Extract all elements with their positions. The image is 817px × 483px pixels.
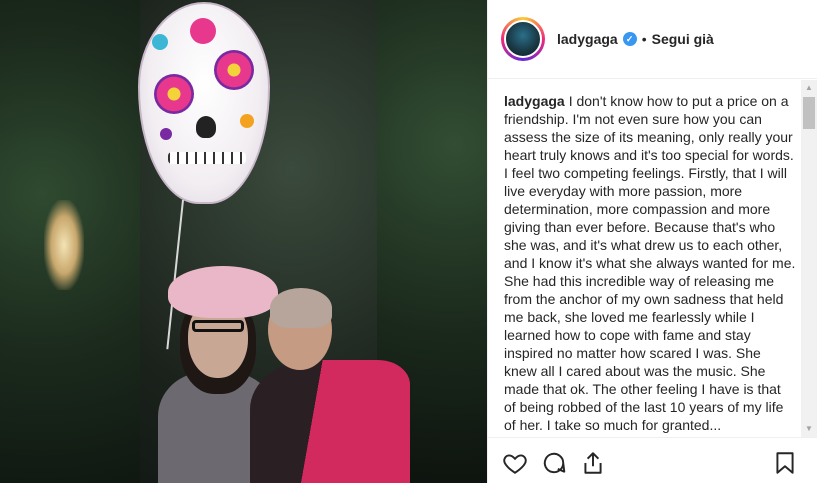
bookmark-icon <box>776 452 794 474</box>
share-button[interactable] <box>580 450 606 476</box>
skull-decoration <box>160 128 172 140</box>
post-header: ladygaga ✓ • Segui già <box>488 0 817 79</box>
scroll-up-arrow-icon[interactable]: ▲ <box>801 80 817 96</box>
following-button[interactable]: Segui già <box>652 31 714 47</box>
caption-username-link[interactable]: ladygaga <box>504 93 565 109</box>
skull-flower <box>190 18 216 44</box>
skull-eye-right <box>214 50 254 90</box>
share-icon <box>584 452 602 474</box>
verified-badge-icon: ✓ <box>622 32 637 46</box>
comment-button[interactable] <box>541 450 567 476</box>
post-side-panel: ladygaga ✓ • Segui già ladygaga I don't k… <box>487 0 817 483</box>
like-button[interactable] <box>502 450 528 476</box>
person-body <box>250 360 410 483</box>
skull-decoration <box>240 114 254 128</box>
skull-nose <box>196 116 216 138</box>
comment-icon <box>543 452 566 474</box>
caption: ladygaga I don't know how to put a price … <box>504 92 796 434</box>
header-separator: • <box>641 31 647 47</box>
post-image <box>0 0 487 483</box>
person-smiling <box>250 288 410 483</box>
sugar-skull-balloon <box>138 2 270 204</box>
window-light <box>44 200 84 290</box>
action-bar <box>488 437 817 483</box>
skull-decoration <box>152 34 168 50</box>
caption-text: I don't know how to put a price on a fri… <box>504 93 796 433</box>
avatar[interactable] <box>501 17 545 61</box>
scroll-down-arrow-icon[interactable]: ▼ <box>801 421 817 437</box>
avatar-image <box>504 20 542 58</box>
glasses <box>192 320 244 332</box>
skull-eye-left <box>154 74 194 114</box>
save-button[interactable] <box>772 450 798 476</box>
heart-icon <box>503 454 527 474</box>
comments-area[interactable]: ladygaga I don't know how to put a price … <box>488 80 817 437</box>
scrollbar-thumb[interactable] <box>803 97 815 129</box>
scrollbar[interactable]: ▲ ▼ <box>801 80 817 437</box>
username-link[interactable]: ladygaga <box>557 31 618 47</box>
skull-teeth <box>168 152 246 164</box>
person-hair <box>270 288 332 328</box>
